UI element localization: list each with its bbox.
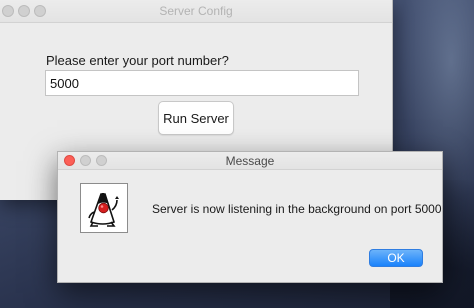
server-config-titlebar[interactable]: Server Config xyxy=(0,0,392,23)
run-server-button[interactable]: Run Server xyxy=(158,101,234,135)
dialog-message: Server is now listening in the backgroun… xyxy=(152,202,442,216)
message-dialog: Message Server is now listening in the b… xyxy=(57,151,443,283)
dialog-title: Message xyxy=(225,154,275,168)
port-input[interactable] xyxy=(45,70,359,96)
port-prompt-label: Please enter your port number? xyxy=(46,53,229,68)
ok-button[interactable]: OK xyxy=(369,249,423,267)
java-duke-icon xyxy=(80,183,128,233)
window-title: Server Config xyxy=(159,4,233,18)
message-titlebar[interactable]: Message xyxy=(58,152,442,170)
